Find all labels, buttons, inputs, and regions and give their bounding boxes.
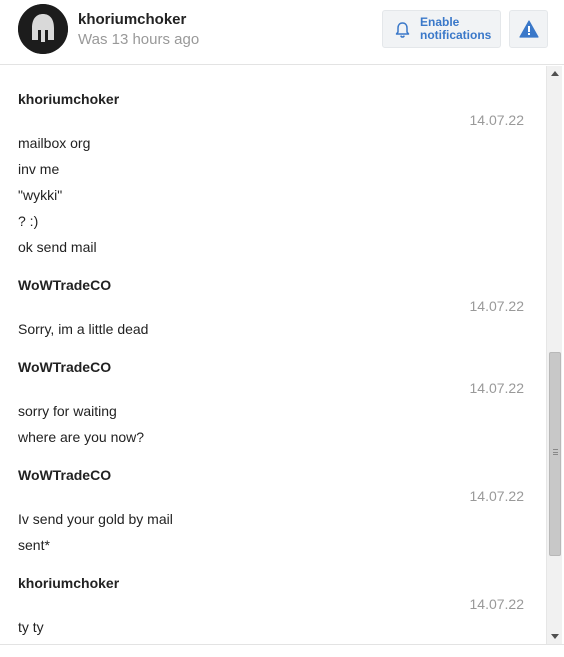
grip-icon	[553, 449, 558, 455]
message-sender[interactable]: khoriumchoker	[18, 91, 119, 107]
message-date: 14.07.22	[469, 488, 525, 504]
message-text: "wykki"	[18, 187, 63, 203]
chat-header: khoriumchoker Was 13 hours ago Enable no…	[0, 0, 564, 65]
vertical-scrollbar[interactable]	[546, 66, 562, 644]
message-sender[interactable]: WoWTradeCO	[18, 277, 111, 293]
message-text: sorry for waiting	[18, 403, 117, 419]
bell-icon	[395, 22, 410, 38]
report-button[interactable]	[509, 10, 548, 48]
message-text: ok send mail	[18, 239, 97, 255]
message-date: 14.07.22	[469, 298, 525, 314]
message-text: Sorry, im a little dead	[18, 321, 149, 337]
spartan-helmet-icon	[18, 4, 68, 54]
message-list[interactable]: khoriumchoker 14.07.22 mailbox org inv m…	[0, 66, 546, 644]
footer-divider	[0, 644, 564, 657]
last-seen-status: Was 13 hours ago	[78, 31, 200, 48]
message-text: mailbox org	[18, 135, 91, 151]
message-text: Iv send your gold by mail	[18, 511, 173, 527]
message-text: ? :)	[18, 213, 39, 229]
scroll-up-arrow-icon[interactable]	[547, 66, 563, 82]
message-date: 14.07.22	[469, 380, 525, 396]
message-date: 14.07.22	[469, 112, 525, 128]
scroll-down-arrow-icon[interactable]	[547, 628, 563, 644]
message-sender[interactable]: WoWTradeCO	[18, 359, 111, 375]
notifications-label: Enable notifications	[420, 15, 492, 42]
enable-notifications-button[interactable]: Enable notifications	[382, 10, 501, 48]
message-text: inv me	[18, 161, 60, 177]
avatar[interactable]	[18, 4, 68, 54]
message-sender[interactable]: khoriumchoker	[18, 575, 119, 591]
scrollbar-thumb[interactable]	[549, 352, 561, 556]
message-sender[interactable]: WoWTradeCO	[18, 467, 111, 483]
message-text: sent*	[18, 537, 50, 553]
message-date: 14.07.22	[469, 596, 525, 612]
message-text: ty ty	[18, 619, 44, 635]
message-text: where are you now?	[18, 429, 145, 445]
user-name[interactable]: khoriumchoker	[78, 11, 186, 28]
warning-triangle-icon	[519, 20, 539, 38]
